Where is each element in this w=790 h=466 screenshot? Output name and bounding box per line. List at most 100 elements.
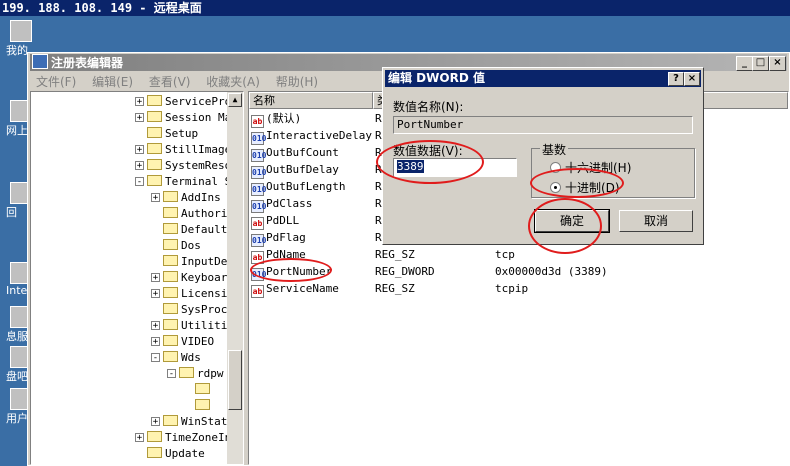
tree-node[interactable]: Default: [151, 222, 227, 238]
tree-scrollbar[interactable]: ▲: [227, 92, 243, 464]
dialog-titlebar[interactable]: 编辑 DWORD 值 ? ×: [385, 70, 701, 87]
tree-node[interactable]: + Keyboar: [151, 270, 227, 286]
tree-scroll-up-button[interactable]: ▲: [228, 93, 242, 107]
value-name: ServiceName: [266, 282, 339, 295]
tree-node[interactable]: - Terminal S: [135, 174, 231, 190]
tree-expander-icon[interactable]: +: [151, 417, 160, 427]
folder-icon: [163, 287, 178, 298]
folder-icon: [163, 207, 178, 218]
value-name: PortNumber: [266, 265, 333, 278]
key-tree-pane[interactable]: + ServicePro + Session Ma Setup + StillImage + S…: [30, 91, 244, 465]
value-data: 0x00000d3d (3389): [495, 265, 608, 278]
column-header-name[interactable]: 名称: [249, 92, 373, 109]
tree-expander-icon[interactable]: +: [151, 337, 160, 347]
tree-expander-icon[interactable]: +: [135, 113, 144, 123]
tree-node[interactable]: + Licensi: [151, 286, 227, 302]
folder-icon: [163, 271, 178, 282]
value-row[interactable]: ab ServiceName REG_SZ tcpip: [251, 280, 781, 298]
folder-icon: [163, 303, 178, 314]
tree-node[interactable]: InputDe: [151, 254, 227, 270]
tree-node[interactable]: + VIDEO: [151, 334, 214, 350]
tree-node-label: Utiliti: [181, 319, 228, 332]
tree-node[interactable]: SysProc: [151, 302, 227, 318]
folder-icon: [147, 447, 162, 458]
tree-node[interactable]: [183, 382, 213, 398]
tree-node-label: Licensi: [181, 287, 228, 300]
tree-node[interactable]: + SystemReso: [135, 158, 231, 174]
menu-view[interactable]: 查看(V): [149, 75, 191, 89]
radio-dec-dot: [550, 182, 561, 193]
tree-expander-icon[interactable]: +: [135, 161, 144, 171]
tree-node-label: Terminal S: [165, 175, 232, 188]
tree-expander-icon[interactable]: -: [167, 369, 176, 379]
tree-node[interactable]: + ServicePro: [135, 94, 231, 110]
tree-node-label: Default: [181, 223, 228, 236]
tree-node[interactable]: + Utiliti: [151, 318, 227, 334]
value-data-text: 3389: [397, 160, 424, 173]
tree-node[interactable]: Dos: [151, 238, 201, 254]
value-type: REG_SZ: [375, 282, 415, 295]
folder-icon: [147, 127, 162, 138]
regedit-app-icon: [32, 54, 48, 69]
folder-icon: [163, 351, 178, 362]
close-button[interactable]: ×: [769, 56, 786, 71]
value-name: PdDLL: [266, 214, 300, 227]
tree-expander-icon[interactable]: +: [135, 145, 144, 155]
value-row[interactable]: 010PortNumber REG_DWORD 0x00000d3d (3389): [251, 263, 781, 281]
tree-node-label: Session Ma: [165, 111, 232, 124]
tree-node[interactable]: Setup: [135, 126, 198, 142]
tree-expander-icon[interactable]: +: [135, 433, 144, 443]
value-name-label: 数值名称(N):: [393, 100, 464, 114]
tree-node[interactable]: + AddIns: [151, 190, 221, 206]
value-data-input[interactable]: 3389: [393, 158, 517, 177]
tree-node[interactable]: + StillImage: [135, 142, 231, 158]
base-group-title: 基数: [540, 141, 569, 158]
tree-node[interactable]: + TimeZoneIn: [135, 430, 231, 446]
ok-button[interactable]: 确定: [534, 209, 610, 233]
menu-edit[interactable]: 编辑(E): [92, 75, 133, 89]
tree-node[interactable]: Update: [135, 446, 205, 462]
maximize-button[interactable]: □: [752, 56, 769, 71]
tree-node[interactable]: - rdpw: [167, 366, 224, 382]
value-data: tcpip: [495, 282, 529, 295]
tree-node-label: VIDEO: [181, 335, 215, 348]
tree-node-label: Authori: [181, 207, 228, 220]
tree-expander-icon[interactable]: -: [151, 353, 160, 363]
value-type: R: [375, 214, 382, 227]
tree-node-label: SysProc: [181, 303, 228, 316]
radio-decimal[interactable]: 十进制(D): [550, 179, 620, 196]
tree-scroll-thumb[interactable]: [228, 350, 242, 410]
tree-expander-icon[interactable]: -: [135, 177, 144, 187]
tree-node[interactable]: [183, 398, 213, 414]
minimize-button[interactable]: _: [736, 56, 753, 71]
radio-dec-label: 十进制(D): [565, 181, 620, 195]
menu-favorites[interactable]: 收藏夹(A): [206, 75, 260, 89]
tree-node[interactable]: + WinStat: [151, 414, 227, 430]
value-type: R: [375, 146, 382, 159]
tree-expander-icon[interactable]: +: [151, 193, 160, 203]
remote-desktop-title: 199. 188. 108. 149 - 远程桌面: [0, 0, 790, 16]
tree-node[interactable]: Authori: [151, 206, 227, 222]
tree-expander-icon[interactable]: +: [151, 321, 160, 331]
value-type: R: [375, 197, 382, 210]
tree-expander-icon[interactable]: +: [151, 289, 160, 299]
value-data-label: 数值数据(V):: [393, 144, 463, 158]
radio-hexadecimal[interactable]: 十六进制(H): [550, 159, 631, 176]
folder-icon: [163, 335, 178, 346]
tree-expander-icon[interactable]: +: [135, 97, 144, 107]
help-button[interactable]: ?: [668, 72, 684, 86]
tree-node[interactable]: - Wds: [151, 350, 201, 366]
tree-node[interactable]: + Session Ma: [135, 110, 231, 126]
value-row[interactable]: ab PdName REG_SZ tcp: [251, 246, 781, 264]
folder-icon: [147, 175, 162, 186]
folder-icon: [147, 111, 162, 122]
menu-file[interactable]: 文件(F): [36, 75, 76, 89]
folder-icon: [163, 223, 178, 234]
tree-node-label: Wds: [181, 351, 201, 364]
registry-editor-title: 注册表编辑器: [51, 56, 124, 70]
dialog-close-button[interactable]: ×: [684, 72, 700, 86]
tree-expander-icon[interactable]: +: [151, 273, 160, 283]
menu-help[interactable]: 帮助(H): [276, 75, 318, 89]
cancel-button[interactable]: 取消: [619, 210, 693, 232]
value-type: R: [375, 231, 382, 244]
